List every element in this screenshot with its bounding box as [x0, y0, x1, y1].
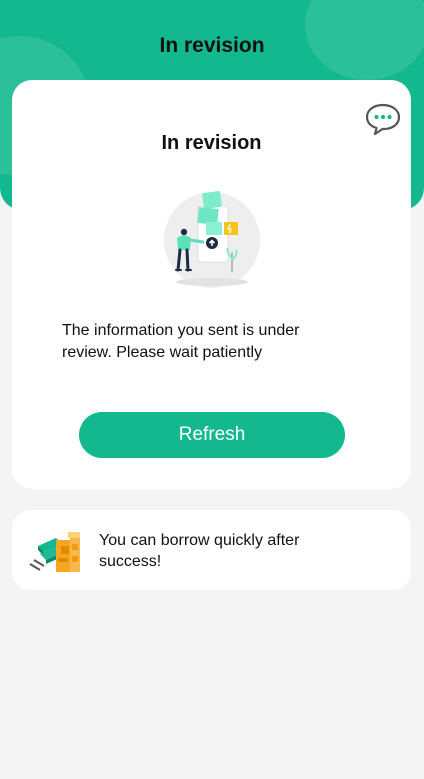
promo-card: You can borrow quickly after success! — [12, 510, 411, 590]
review-illustration — [164, 190, 260, 288]
chat-button[interactable] — [364, 102, 402, 136]
status-card: In revision The information you sent is … — [12, 80, 411, 489]
promo-text: You can borrow quickly after success! — [99, 532, 300, 570]
money-stack-icon — [29, 532, 80, 572]
review-message: The information you sent is under review… — [62, 322, 300, 361]
card-title: In revision — [161, 132, 262, 154]
chat-bubble-icon — [365, 103, 401, 136]
page-title: In revision — [159, 34, 265, 57]
refresh-button[interactable]: Refresh — [79, 412, 345, 458]
